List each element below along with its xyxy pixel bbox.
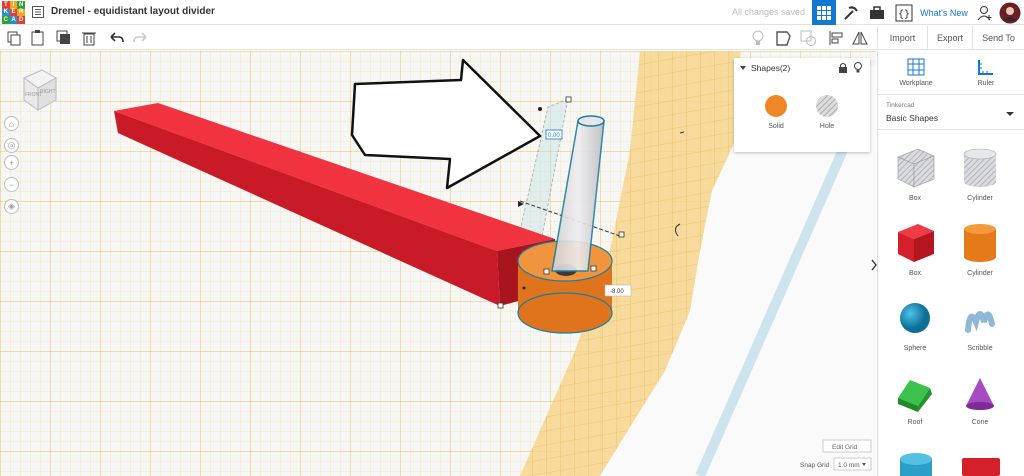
logo-letter: C	[2, 16, 10, 24]
shape-inspector: Shapes(2) Solid Hole	[734, 58, 870, 152]
user-avatar[interactable]	[998, 0, 1022, 25]
edit-toolbar: Import Export Send To	[0, 26, 1024, 50]
shape-label: Sphere	[903, 345, 927, 352]
solid-color-swatch[interactable]	[765, 95, 787, 117]
box-solid-icon[interactable]	[894, 222, 936, 264]
cylinder-hole-icon[interactable]	[962, 147, 998, 189]
trash-icon[interactable]	[81, 30, 97, 46]
align-icon[interactable]	[828, 30, 844, 46]
shape-label: Roof	[907, 419, 923, 426]
build-button[interactable]	[840, 0, 862, 25]
send-to-button[interactable]: Send To	[972, 26, 1024, 50]
shape-label: Box	[908, 270, 922, 277]
plus-icon: +	[8, 157, 15, 168]
fit-icon: ◎	[7, 140, 16, 150]
design-title[interactable]: Dremel - equidistant layout divider	[51, 6, 215, 17]
edit-grid-button[interactable]: Edit Grid	[832, 444, 858, 451]
paste-icon[interactable]	[30, 30, 46, 46]
grid-view-icon	[817, 5, 831, 20]
lessons-button[interactable]	[866, 0, 888, 25]
snap-grid-label: Snap Grid	[800, 462, 830, 469]
group-icon[interactable]	[800, 30, 816, 46]
collapse-caret-icon[interactable]	[740, 65, 746, 71]
workplane-button[interactable]: Workplane	[886, 80, 946, 87]
3d-view-button[interactable]	[812, 0, 836, 25]
tinkercad-logo[interactable]: T I N K E R C A D	[2, 1, 25, 24]
inspector-title: Shapes(2)	[751, 63, 791, 73]
undo-icon[interactable]	[108, 30, 124, 46]
codeblocks-icon: {}	[895, 4, 913, 21]
import-button[interactable]: Import	[877, 26, 927, 50]
solid-label[interactable]: Solid	[756, 123, 796, 130]
scribble-icon[interactable]	[964, 302, 996, 336]
sphere-icon[interactable]	[898, 301, 932, 335]
duplicate-icon[interactable]	[56, 30, 72, 46]
top-bar: T I N K E R C A D Dremel - equidistant l…	[0, 0, 1024, 25]
home-icon: ⌂	[8, 118, 15, 129]
pickaxe-icon	[844, 5, 858, 20]
note-light-icon[interactable]	[750, 30, 766, 46]
logo-letter: I	[9, 1, 18, 9]
chevron-right-icon	[871, 259, 877, 271]
add-user-icon	[977, 5, 992, 20]
home-view-button[interactable]: ⌂	[4, 116, 19, 131]
snap-grid-select[interactable]: 1.0 mm	[838, 462, 860, 469]
logo-letter: T	[2, 1, 10, 9]
logo-letter: A	[9, 16, 18, 24]
mirror-icon[interactable]	[852, 30, 868, 46]
chevron-down-icon[interactable]	[1006, 111, 1014, 117]
hide-icon[interactable]	[775, 30, 791, 46]
text-shape-icon[interactable]	[960, 454, 1002, 476]
briefcase-icon	[870, 5, 884, 19]
cone-icon[interactable]	[964, 376, 996, 414]
logo-letter: N	[17, 1, 25, 9]
logo-letter: D	[17, 16, 25, 24]
cylinder-solid-icon[interactable]	[962, 222, 998, 264]
add-user-button[interactable]	[974, 0, 996, 25]
logo-letter: K	[2, 8, 10, 17]
ruler-button[interactable]: Ruler	[956, 80, 1016, 87]
logo-letter: R	[17, 8, 25, 17]
zoom-out-button[interactable]: −	[4, 177, 19, 192]
roof-icon[interactable]	[894, 376, 936, 414]
redo-icon[interactable]	[133, 30, 149, 46]
dimension-label-side[interactable]: -8.00	[610, 289, 624, 295]
minus-icon: −	[8, 179, 15, 190]
fit-view-button[interactable]: ◎	[4, 138, 19, 153]
ruler-icon[interactable]	[977, 58, 995, 76]
avatar-icon	[999, 2, 1021, 23]
zoom-in-button[interactable]: +	[4, 155, 19, 170]
tube-icon[interactable]	[896, 451, 936, 476]
shape-label: Cylinder	[967, 270, 993, 277]
save-status: All changes saved	[732, 7, 806, 17]
workplane-icon[interactable]	[907, 58, 925, 76]
panel-collapse-toggle[interactable]	[870, 258, 878, 272]
svg-text:{}: {}	[898, 9, 910, 20]
whats-new-link[interactable]: What's New	[918, 0, 970, 25]
shapes-sidebar: Workplane Ruler Tinkercad Basic Shapes B…	[877, 51, 1024, 476]
shape-label: Box	[908, 195, 922, 202]
view-cube[interactable]: FRONT RIGHT	[10, 68, 60, 113]
perspective-button[interactable]: ◈	[4, 199, 19, 214]
library-select[interactable]: Basic Shapes	[886, 113, 938, 123]
shape-label: Scribble	[967, 345, 993, 352]
codeblocks-button[interactable]: {}	[892, 0, 916, 25]
design-list-icon[interactable]	[32, 6, 44, 18]
logo-letter: E	[9, 8, 18, 17]
shape-label: Cone	[971, 419, 989, 426]
perspective-icon: ◈	[8, 201, 15, 211]
light-bulb-icon[interactable]	[853, 62, 863, 73]
hole-label[interactable]: Hole	[807, 123, 847, 130]
copy-icon[interactable]	[6, 30, 22, 46]
lock-icon[interactable]	[838, 62, 848, 73]
view-cube-right[interactable]: RIGHT	[40, 89, 56, 95]
library-group-label: Tinkercad	[886, 102, 915, 109]
shape-label: Cylinder	[967, 195, 993, 202]
box-hole-icon[interactable]	[894, 147, 936, 189]
export-button[interactable]: Export	[927, 26, 972, 50]
dimension-label-top[interactable]: 0.00	[548, 133, 560, 139]
hole-swatch[interactable]	[816, 95, 838, 117]
